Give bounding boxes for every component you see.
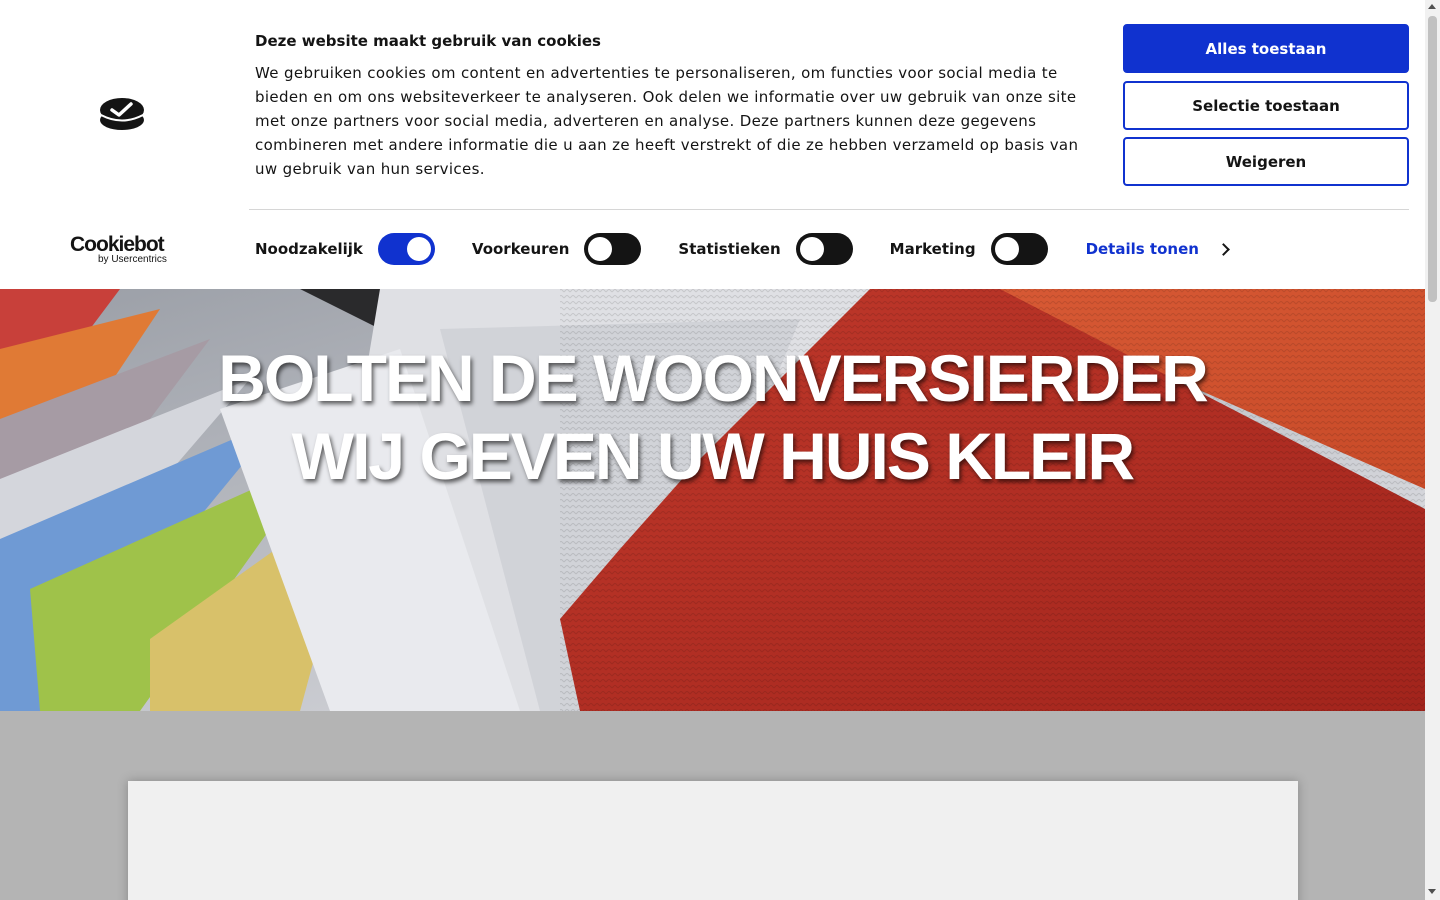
scrollbar-thumb[interactable] [1428,16,1437,302]
toggle-marketing-switch[interactable] [990,233,1048,265]
toggle-marketing-label: Marketing [889,240,976,258]
deny-button[interactable]: Weigeren [1123,137,1409,186]
switch-knob [994,237,1019,261]
details-link[interactable]: Details tonen [1085,240,1230,258]
switch-knob [406,237,431,261]
consent-toggles: Noodzakelijk Voorkeuren Statistieken Mar… [255,232,1230,266]
hero-banner: BOLTEN DE WOONVERSIERDER WIJ GEVEN UW HU… [0,289,1425,711]
cookie-banner-text: We gebruiken cookies om content en adver… [255,64,1079,178]
toggle-necessary-label: Noodzakelijk [255,240,363,258]
page-scrollbar[interactable] [1425,0,1440,900]
cookiebot-brand-sub: by Usercentrics [98,254,167,265]
toggle-marketing: Marketing [890,233,1048,265]
toggle-necessary: Noodzakelijk [255,233,435,265]
scroll-up-arrow-icon[interactable] [1428,4,1436,9]
toggle-preferences-switch[interactable] [584,233,642,265]
switch-knob [799,237,824,261]
switch-knob [588,237,613,261]
details-link-label: Details tonen [1085,240,1199,258]
toggle-preferences: Voorkeuren [471,233,642,265]
hero-title-line2: WIJ GEVEN UW HUIS KLEIR [291,419,1135,493]
toggle-statistics-switch[interactable] [795,233,853,265]
cookiebot-brand[interactable]: Cookiebot by Usercentrics [70,234,174,266]
cookie-banner: Cookiebot by Usercentrics Deze website m… [0,0,1425,289]
cookiebot-logo-icon [100,98,144,130]
toggle-statistics: Statistieken [678,233,853,265]
allow-all-button[interactable]: Alles toestaan [1123,24,1409,73]
hero-title: BOLTEN DE WOONVERSIERDER WIJ GEVEN UW HU… [0,339,1425,495]
scroll-down-arrow-icon[interactable] [1428,889,1436,894]
cookie-banner-title: Deze website maakt gebruik van cookies [255,32,601,50]
chevron-right-icon [1217,242,1230,256]
toggle-preferences-label: Voorkeuren [471,240,570,258]
allow-selection-button[interactable]: Selectie toestaan [1123,81,1409,130]
toggle-statistics-label: Statistieken [678,240,781,258]
cookiebot-brand-name: Cookiebot [70,233,165,256]
content-card [128,781,1298,900]
toggle-necessary-switch[interactable] [377,233,435,265]
cookie-banner-divider [249,209,1409,210]
hero-title-line1: BOLTEN DE WOONVERSIERDER [218,341,1209,415]
